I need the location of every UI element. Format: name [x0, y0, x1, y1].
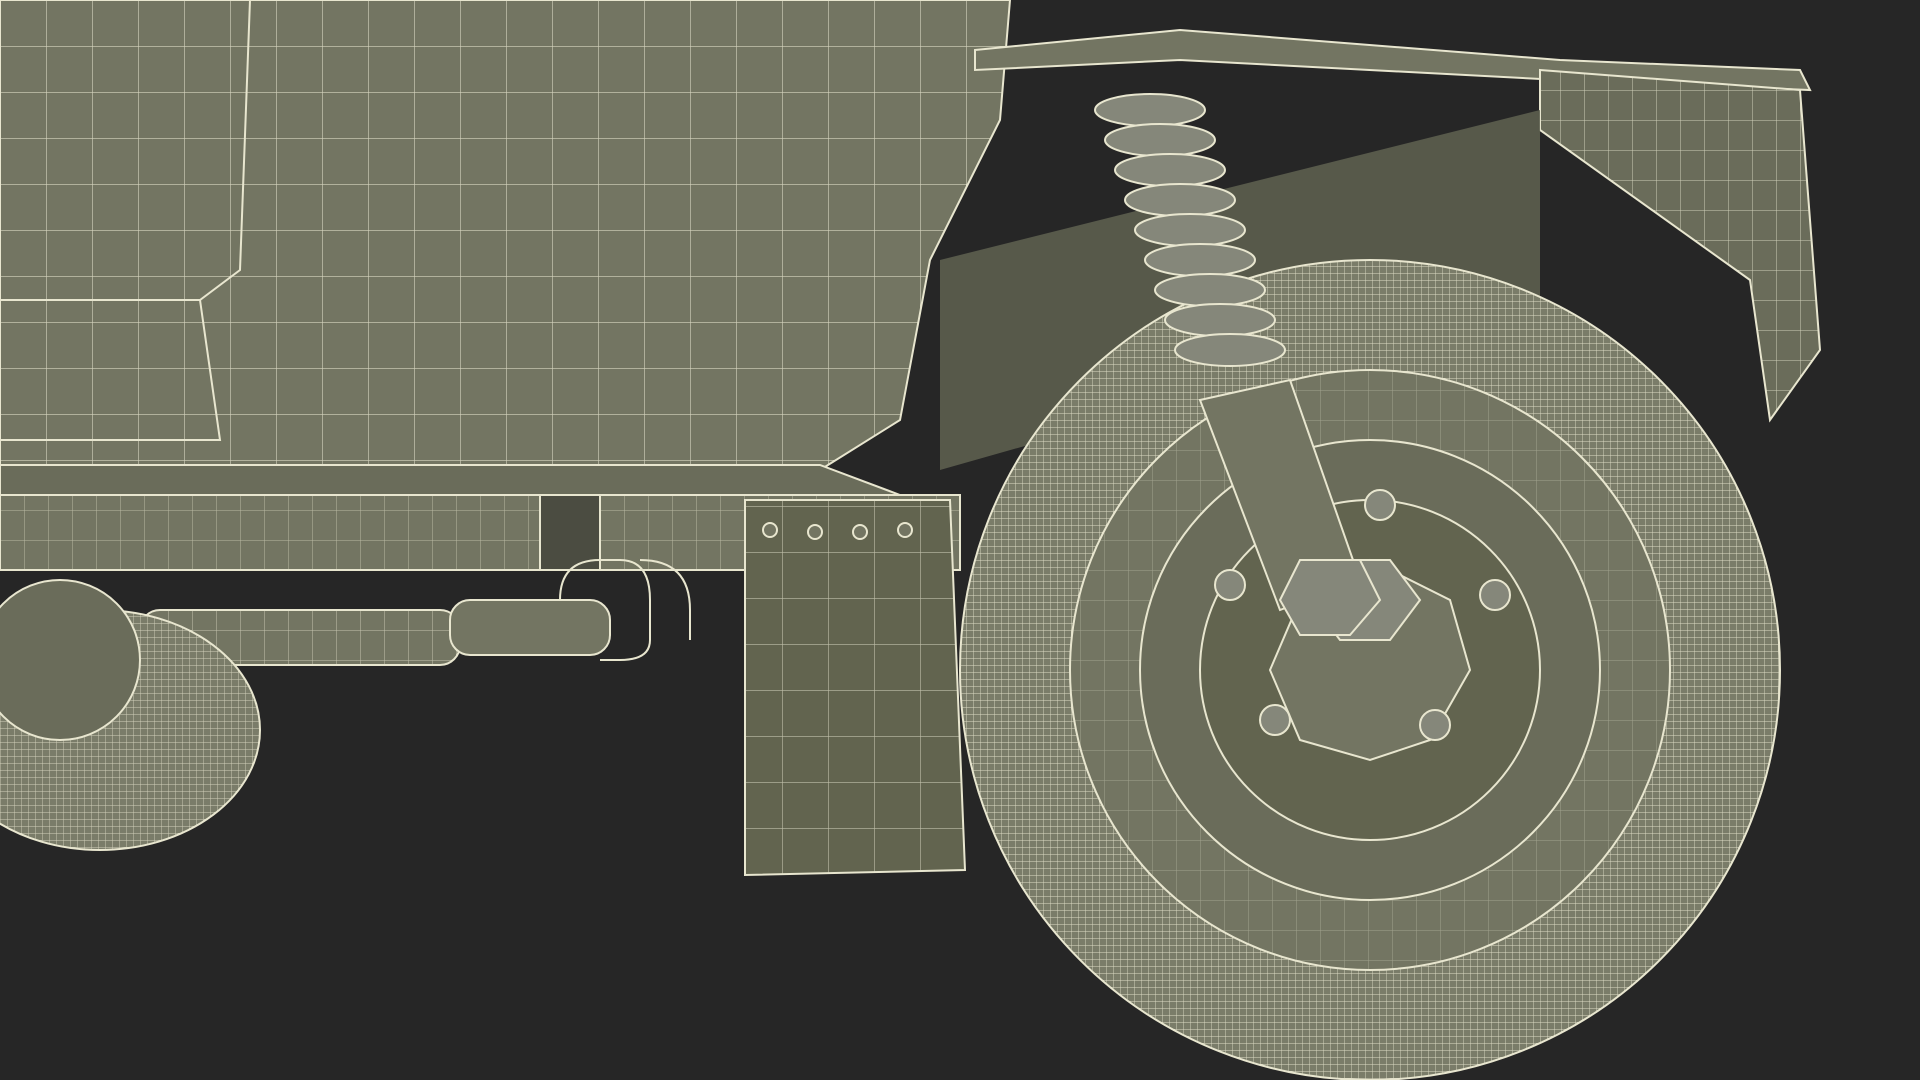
front-wheel: [959, 259, 1781, 1080]
wireframe-render: [0, 0, 1822, 1080]
mud-flap: [744, 499, 967, 877]
render-viewport: [0, 0, 1920, 1080]
exhaust-pipe: [139, 559, 691, 666]
body-panel: [0, 0, 1012, 471]
